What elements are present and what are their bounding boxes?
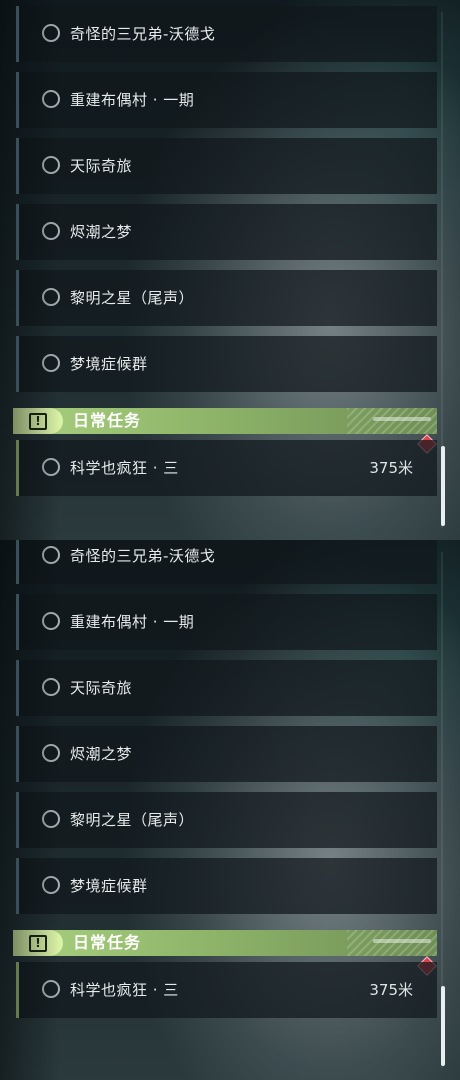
quest-item-2[interactable]: 重建布偶村 · 一期 [16,594,437,650]
quest-item-1[interactable]: 奇怪的三兄弟-沃德戈 [16,6,437,62]
circle-icon [42,222,60,240]
quest-distance: 375米 [369,459,413,477]
quest-item-4[interactable]: 烬潮之梦 [16,726,437,782]
circle-icon [42,546,60,564]
quest-label: 烬潮之梦 [70,745,133,763]
quest-distance: 375米 [369,981,413,999]
decorative-tag [373,939,431,943]
daily-badge: ! [13,408,63,434]
exclamation-box-icon: ! [29,935,47,952]
quest-panel-top: 奇怪的三兄弟-沃德戈 重建布偶村 · 一期 天际奇旅 烬潮之梦 黎明之星（尾声）… [0,0,460,540]
circle-icon [42,90,60,108]
daily-quests-header: ! 日常任务 [13,930,437,956]
decorative-stripes [347,408,437,434]
circle-icon [42,980,60,998]
circle-icon [42,354,60,372]
circle-icon [42,612,60,630]
circle-icon [42,678,60,696]
circle-icon [42,744,60,762]
decorative-stripes [347,930,437,956]
section-title: 日常任务 [73,933,142,952]
daily-badge: ! [13,930,63,956]
quest-label: 奇怪的三兄弟-沃德戈 [70,547,216,565]
circle-icon [42,288,60,306]
quest-label: 科学也疯狂 · 三 [70,981,179,999]
quest-item-3[interactable]: 天际奇旅 [16,660,437,716]
quest-label: 奇怪的三兄弟-沃德戈 [70,25,216,43]
quest-item-5[interactable]: 黎明之星（尾声） [16,270,437,326]
quest-label: 天际奇旅 [70,679,133,697]
quest-label: 重建布偶村 · 一期 [70,613,195,631]
quest-label: 黎明之星（尾声） [70,289,195,307]
quest-item-6[interactable]: 梦境症候群 [16,336,437,392]
daily-quests-header: ! 日常任务 [13,408,437,434]
exclamation-box-icon: ! [29,413,47,430]
quest-item-6[interactable]: 梦境症候群 [16,858,437,914]
circle-icon [42,458,60,476]
quest-item-2[interactable]: 重建布偶村 · 一期 [16,72,437,128]
decorative-tag [373,417,431,421]
quest-panel-bottom: 奇怪的三兄弟-沃德戈 重建布偶村 · 一期 天际奇旅 烬潮之梦 黎明之星（尾声）… [0,540,460,1080]
scrollbar-thumb[interactable] [441,986,445,1066]
quest-label: 科学也疯狂 · 三 [70,459,179,477]
quest-label: 重建布偶村 · 一期 [70,91,195,109]
quest-item-3[interactable]: 天际奇旅 [16,138,437,194]
scrollbar-thumb[interactable] [441,446,445,526]
quest-label: 梦境症候群 [70,877,148,895]
circle-icon [42,24,60,42]
section-title: 日常任务 [73,411,142,430]
daily-quest-item[interactable]: 科学也疯狂 · 三 375米 [16,440,437,496]
quest-item-1[interactable]: 奇怪的三兄弟-沃德戈 [16,540,437,584]
quest-item-4[interactable]: 烬潮之梦 [16,204,437,260]
quest-label: 梦境症候群 [70,355,148,373]
quest-label: 天际奇旅 [70,157,133,175]
quest-label: 黎明之星（尾声） [70,811,195,829]
daily-quest-item[interactable]: 科学也疯狂 · 三 375米 [16,962,437,1018]
circle-icon [42,810,60,828]
quest-item-5[interactable]: 黎明之星（尾声） [16,792,437,848]
quest-label: 烬潮之梦 [70,223,133,241]
circle-icon [42,876,60,894]
circle-icon [42,156,60,174]
